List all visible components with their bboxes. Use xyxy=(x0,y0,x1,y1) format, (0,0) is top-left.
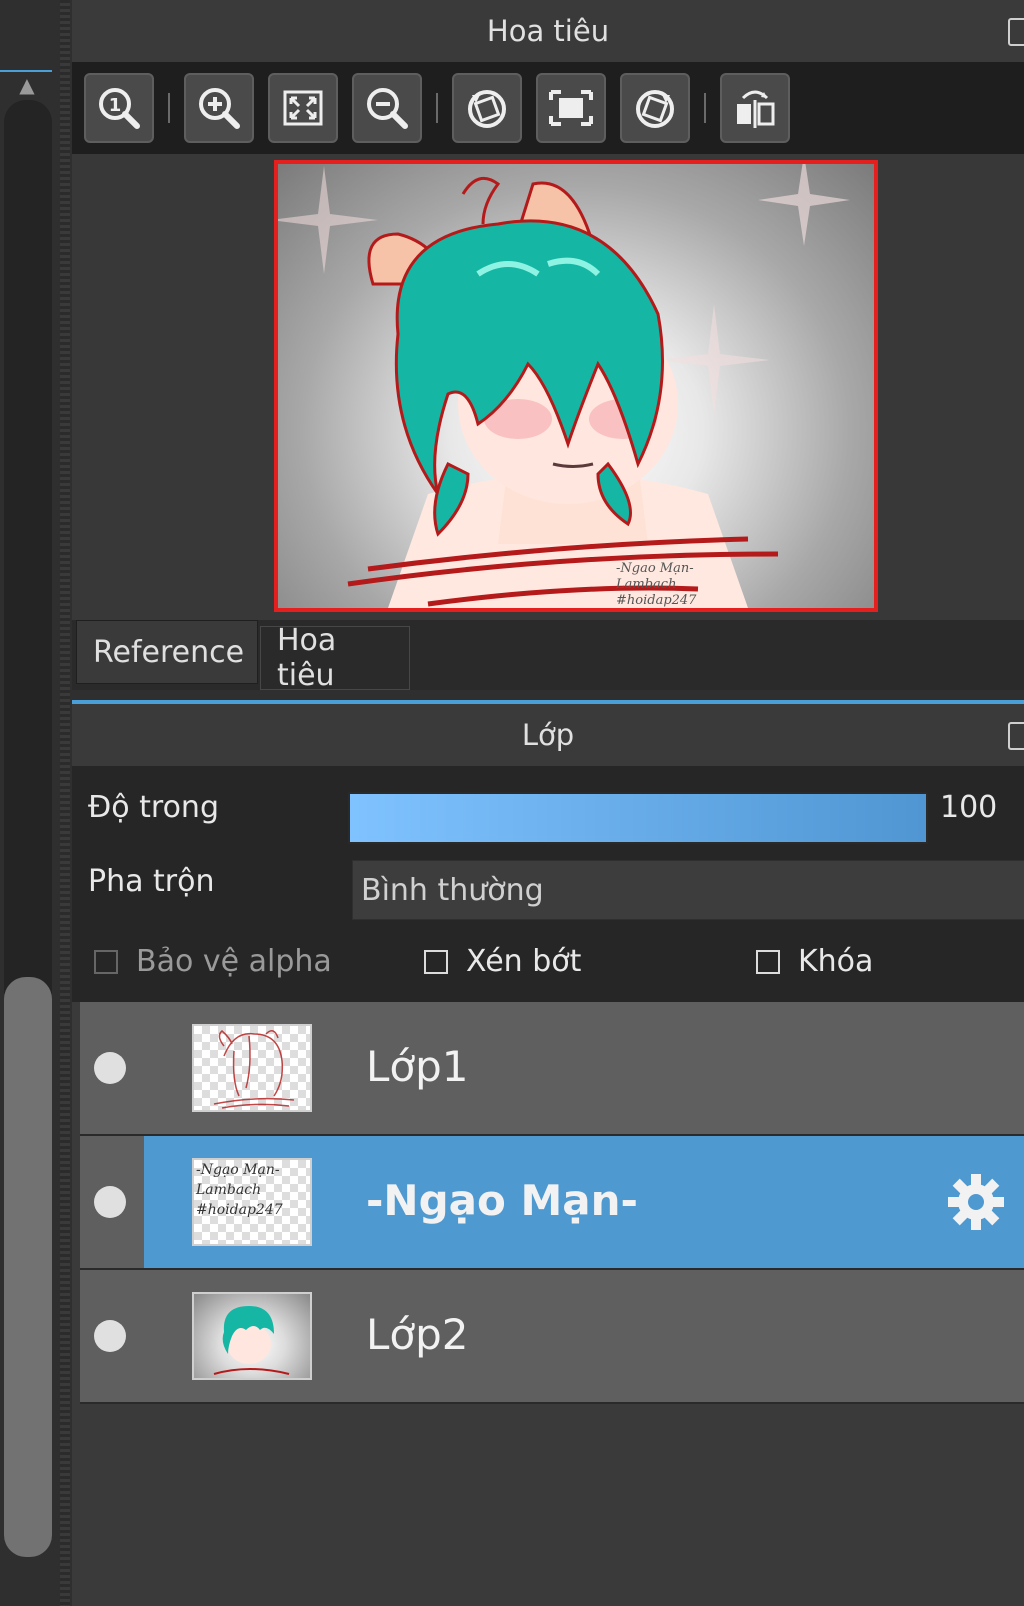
navigator-title-bar: Hoa tiêu xyxy=(72,0,1024,62)
opacity-slider[interactable] xyxy=(348,792,928,844)
tab-navigator-label: Hoa tiêu xyxy=(277,623,337,693)
zoom-1-icon: 1 xyxy=(99,88,140,129)
zoom-in-button[interactable] xyxy=(184,73,254,143)
navigator-toolbar: 1 xyxy=(72,62,1024,154)
flip-icon xyxy=(737,90,775,128)
layers-title: Lớp xyxy=(521,718,575,752)
flip-horizontal-button[interactable] xyxy=(720,73,790,143)
panel-splitter[interactable] xyxy=(60,0,70,1606)
opacity-label: Độ trong xyxy=(88,790,219,825)
layer-row[interactable]: Lớp1 xyxy=(80,1002,1024,1136)
canvas-preview-frame[interactable]: -Ngao Mạn- Lambach #hoidap247 xyxy=(274,160,878,612)
scrollbar-thumb[interactable] xyxy=(4,977,52,1557)
layers-title-bar: Lớp xyxy=(72,704,1024,766)
visibility-toggle-icon[interactable] xyxy=(94,1052,126,1084)
layer-options-row: Bảo vệ alpha Xén bớt Khóa xyxy=(72,922,1024,1002)
zoom-actual-size-button[interactable]: 1 xyxy=(84,73,154,143)
layer-row-selected[interactable]: -Ngạo Mạn- Lambach #hoidap247 -Ngạo Mạn- xyxy=(80,1136,1024,1270)
visibility-toggle-icon[interactable] xyxy=(94,1320,126,1352)
toolbar-separator xyxy=(704,93,706,123)
thumb-text-line: #hoidap247 xyxy=(196,1202,283,1218)
toolbar-separator xyxy=(168,93,170,123)
lock-checkbox[interactable]: Khóa xyxy=(756,944,873,979)
signature-line-2: Lambach xyxy=(615,577,676,592)
gear-icon[interactable] xyxy=(944,1170,1008,1234)
layer-name: Lớp2 xyxy=(366,1310,469,1359)
toolbar-separator xyxy=(436,93,438,123)
frame-icon xyxy=(549,90,593,126)
layer-list: Lớp1 -Ngạo Mạn- Lambach #hoidap247 -Ngạo… xyxy=(80,1002,1024,1606)
artwork-thumbnail xyxy=(213,1306,290,1375)
blend-label: Pha trộn xyxy=(88,864,215,899)
layer-thumbnail xyxy=(192,1024,312,1112)
artwork-preview: -Ngao Mạn- Lambach #hoidap247 xyxy=(278,164,850,608)
tab-reference[interactable]: Reference xyxy=(76,620,258,684)
navigator-title: Hoa tiêu xyxy=(486,14,610,48)
thumb-text-line: Lambach xyxy=(196,1182,262,1198)
checkbox-box xyxy=(94,949,118,974)
layer-thumbnail: -Ngạo Mạn- Lambach #hoidap247 xyxy=(192,1158,312,1246)
dock-tab-bar: Reference Hoa tiêu xyxy=(72,620,1024,693)
thumb-text-line: -Ngạo Mạn- xyxy=(196,1162,280,1178)
protect-alpha-label: Bảo vệ alpha xyxy=(136,944,332,979)
rotate-ccw-icon xyxy=(468,90,506,128)
fit-to-window-button[interactable] xyxy=(268,73,338,143)
blend-mode-value: Bình thường xyxy=(361,872,544,908)
protect-alpha-checkbox[interactable]: Bảo vệ alpha xyxy=(94,944,332,979)
layer-name: -Ngạo Mạn- xyxy=(366,1176,638,1225)
clipping-checkbox[interactable]: Xén bớt xyxy=(424,944,581,979)
visibility-toggle-icon[interactable] xyxy=(94,1186,126,1218)
opacity-row: Độ trong 100 xyxy=(72,766,1024,848)
layer-row[interactable]: Lớp2 xyxy=(80,1270,1024,1404)
tab-reference-label: Reference xyxy=(93,634,245,670)
opacity-value: 100 xyxy=(940,790,998,825)
scroll-up-arrow-icon[interactable]: ▲ xyxy=(12,72,42,98)
layers-panel: Lớp Độ trong 100 Pha trộn Bình thường Bả… xyxy=(72,704,1024,1606)
clipping-label: Xén bớt xyxy=(466,944,582,979)
sketch-thumbnail xyxy=(213,1030,295,1109)
zoom-in-icon xyxy=(199,88,240,129)
layer-name: Lớp1 xyxy=(366,1042,469,1091)
blend-row: Pha trộn Bình thường xyxy=(72,848,1024,922)
layer-thumbnail xyxy=(192,1292,312,1380)
lock-label: Khóa xyxy=(798,944,874,979)
fit-screen-icon xyxy=(283,90,323,126)
rotate-cw-icon xyxy=(636,90,674,128)
navigator-preview-area[interactable]: -Ngao Mạn- Lambach #hoidap247 xyxy=(72,154,1024,620)
tab-navigator[interactable]: Hoa tiêu xyxy=(260,623,410,693)
checkbox-box xyxy=(424,949,448,974)
signature-line-1: -Ngao Mạn- xyxy=(616,561,694,576)
float-panel-icon[interactable] xyxy=(1008,18,1024,46)
reset-view-button[interactable] xyxy=(536,73,606,143)
rotate-left-button[interactable] xyxy=(452,73,522,143)
navigator-panel: Hoa tiêu 1 -Ngao Mạn- Lambach #hoidap247… xyxy=(72,0,1024,704)
zoom-out-button[interactable] xyxy=(352,73,422,143)
rotate-right-button[interactable] xyxy=(620,73,690,143)
float-panel-icon[interactable] xyxy=(1008,722,1024,750)
blend-mode-select[interactable]: Bình thường xyxy=(352,860,1024,920)
svg-text:1: 1 xyxy=(109,95,122,116)
signature-line-3: #hoidap247 xyxy=(616,593,697,608)
checkbox-box xyxy=(756,949,780,974)
zoom-out-icon xyxy=(367,88,408,129)
